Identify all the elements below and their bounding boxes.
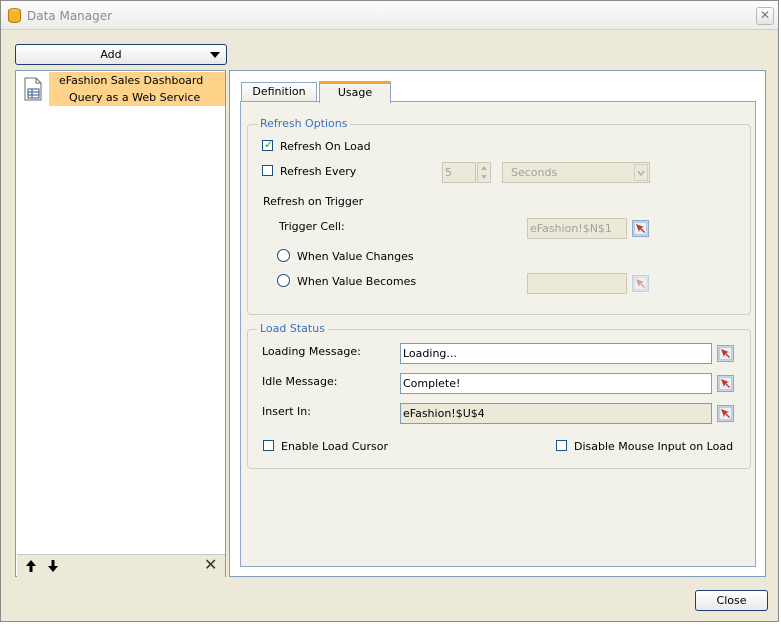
window-close-button[interactable]: ✕ (756, 7, 774, 25)
refresh-unit-select[interactable]: Seconds (502, 162, 650, 183)
cell-selector-icon (718, 406, 733, 421)
close-button[interactable]: Close (695, 590, 768, 611)
load-status-legend: Load Status (257, 322, 328, 335)
when-value-becomes-label: When Value Becomes (297, 275, 417, 288)
spinner-arrows-icon (481, 166, 487, 179)
loading-message-label: Loading Message: (262, 345, 361, 358)
window-title: Data Manager (27, 9, 113, 23)
trigger-cell-picker-button[interactable] (632, 220, 649, 237)
insert-in-label: Insert In: (262, 405, 311, 418)
connection-name: eFashion Sales Dashboard (59, 74, 204, 87)
trigger-cell-input[interactable]: eFashion!$N$1 (527, 218, 627, 239)
refresh-on-load-label: Refresh On Load (280, 140, 371, 153)
chevron-down-icon[interactable] (634, 164, 648, 181)
loading-message-input[interactable]: Loading... (400, 343, 712, 364)
tab-definition[interactable]: Definition (241, 82, 317, 102)
cell-selector-icon (633, 221, 648, 236)
when-value-changes-radio[interactable] (277, 249, 290, 262)
enable-load-cursor-label: Enable Load Cursor (281, 440, 389, 453)
title-bar: Data Manager ✕ (1, 1, 778, 30)
loading-message-picker-button[interactable] (717, 345, 734, 362)
move-down-icon[interactable] (47, 559, 59, 573)
when-value-becomes-input[interactable] (527, 273, 627, 294)
refresh-interval-input[interactable]: 5 (442, 162, 476, 183)
checkmark-icon: ✓ (264, 138, 274, 151)
when-value-becomes-picker-button[interactable] (632, 275, 649, 292)
idle-message-input[interactable]: Complete! (400, 373, 712, 394)
list-item-icon-box (17, 72, 49, 106)
insert-in-input[interactable]: eFashion!$U$4 (400, 403, 712, 424)
cell-selector-icon (633, 276, 648, 291)
delete-connection-icon[interactable]: ✕ (204, 555, 217, 574)
insert-in-picker-button[interactable] (717, 405, 734, 422)
database-icon (8, 8, 21, 23)
list-toolbar: ✕ (17, 554, 225, 577)
disable-mouse-input-checkbox[interactable] (556, 440, 567, 451)
connection-list: eFashion Sales Dashboard Query as a Web … (15, 70, 226, 577)
tab-usage[interactable]: Usage (319, 81, 391, 103)
enable-load-cursor-checkbox[interactable] (263, 440, 274, 451)
add-button-label: Add (100, 48, 122, 61)
connection-list-item[interactable]: eFashion Sales Dashboard Query as a Web … (17, 72, 225, 106)
add-connection-button[interactable]: Add (15, 44, 227, 65)
refresh-on-trigger-label: Refresh on Trigger (263, 195, 364, 208)
trigger-cell-label: Trigger Cell: (279, 220, 345, 233)
disable-mouse-input-label: Disable Mouse Input on Load (574, 440, 734, 453)
move-up-icon[interactable] (25, 559, 37, 573)
when-value-becomes-radio[interactable] (277, 274, 290, 287)
refresh-every-checkbox[interactable] (262, 165, 273, 176)
refresh-every-label: Refresh Every (280, 165, 357, 178)
refresh-interval-spinner[interactable] (477, 162, 491, 183)
idle-message-label: Idle Message: (262, 375, 338, 388)
chevron-down-icon[interactable] (210, 52, 220, 58)
cell-selector-icon (718, 346, 733, 361)
query-document-icon (24, 77, 42, 101)
idle-message-picker-button[interactable] (717, 375, 734, 392)
connection-type: Query as a Web Service (69, 91, 201, 104)
when-value-changes-label: When Value Changes (297, 250, 414, 263)
refresh-unit-value: Seconds (511, 166, 558, 179)
refresh-options-legend: Refresh Options (257, 117, 351, 130)
refresh-on-load-checkbox[interactable]: ✓ (262, 138, 274, 151)
cell-selector-icon (718, 376, 733, 391)
